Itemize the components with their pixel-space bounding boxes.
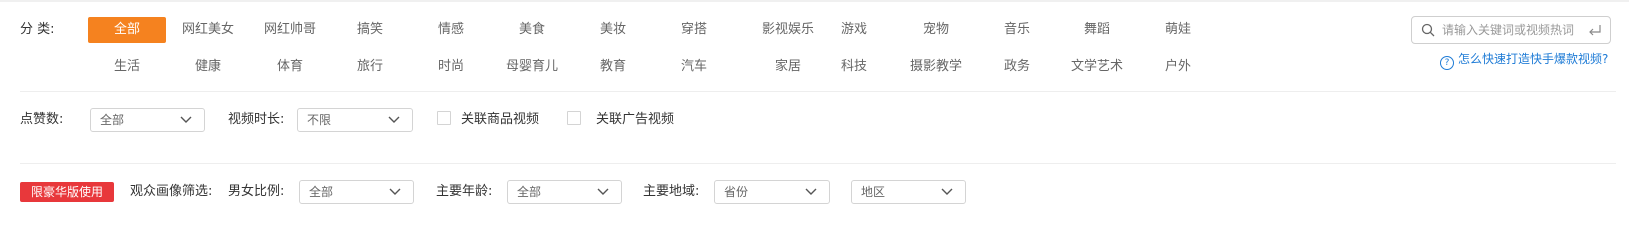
category-item[interactable]: 情感 [438, 20, 464, 40]
province-select-value: 省份 [724, 185, 749, 199]
category-item[interactable]: 宠物 [923, 20, 949, 40]
category-item[interactable]: 生活 [114, 57, 140, 77]
duration-select-value: 不限 [307, 113, 332, 127]
category-item[interactable]: 健康 [195, 57, 221, 77]
help-link-text: 怎么快速打造快手爆款视频? [1458, 52, 1609, 66]
question-icon: ? [1440, 56, 1454, 70]
region-label: 主要地域: [643, 184, 700, 199]
area-select[interactable]: 地区 [851, 180, 966, 204]
category-item[interactable]: 穿搭 [681, 20, 707, 40]
search-input[interactable] [1442, 21, 1582, 39]
divider [20, 163, 1616, 164]
premium-badge: 限豪华版使用 [20, 182, 114, 202]
category-item[interactable]: 游戏 [841, 20, 867, 40]
ad-video-checkbox[interactable] [567, 111, 581, 125]
likes-select-value: 全部 [100, 113, 125, 127]
category-item[interactable]: 家居 [775, 57, 801, 77]
chevron-down-icon [805, 188, 817, 195]
category-item[interactable]: 体育 [277, 57, 303, 77]
category-item[interactable]: 户外 [1165, 57, 1191, 77]
area-select-value: 地区 [861, 185, 886, 199]
duration-select[interactable]: 不限 [297, 108, 413, 132]
age-select-value: 全部 [517, 185, 542, 199]
category-item[interactable]: 全部 [88, 17, 166, 43]
category-item[interactable]: 搞笑 [357, 20, 383, 40]
product-video-label: 关联商品视频 [461, 112, 540, 127]
category-label: 分 类: [20, 22, 55, 37]
category-item[interactable]: 萌娃 [1165, 20, 1191, 40]
search-icon [1421, 23, 1435, 37]
category-item[interactable]: 汽车 [681, 57, 707, 77]
category-item[interactable]: 旅行 [357, 57, 383, 77]
duration-label: 视频时长: [228, 112, 285, 127]
search-box[interactable] [1411, 16, 1611, 44]
category-item[interactable]: 网红帅哥 [264, 20, 316, 40]
category-item[interactable]: 文学艺术 [1071, 57, 1123, 77]
category-item[interactable]: 摄影教学 [910, 57, 962, 77]
product-video-checkbox[interactable] [437, 111, 451, 125]
category-item[interactable]: 舞蹈 [1084, 20, 1110, 40]
age-label: 主要年龄: [436, 184, 493, 199]
gender-select-value: 全部 [309, 185, 334, 199]
category-item[interactable]: 科技 [841, 57, 867, 77]
gender-select[interactable]: 全部 [299, 180, 414, 204]
category-item[interactable]: 母婴育儿 [506, 57, 558, 77]
category-item[interactable]: 美妆 [600, 20, 626, 40]
category-item[interactable]: 网红美女 [182, 20, 234, 40]
chevron-down-icon [388, 116, 400, 123]
enter-icon[interactable] [1587, 23, 1602, 38]
chevron-down-icon [597, 188, 609, 195]
divider [20, 91, 1616, 92]
category-item[interactable]: 教育 [600, 57, 626, 77]
likes-label: 点赞数: [20, 112, 64, 127]
province-select[interactable]: 省份 [714, 180, 830, 204]
category-item[interactable]: 时尚 [438, 57, 464, 77]
age-select[interactable]: 全部 [507, 180, 622, 204]
chevron-down-icon [389, 188, 401, 195]
gender-label: 男女比例: [228, 184, 285, 199]
ad-video-label: 关联广告视频 [596, 112, 675, 127]
likes-select[interactable]: 全部 [90, 108, 205, 132]
category-item[interactable]: 政务 [1004, 57, 1030, 77]
chevron-down-icon [180, 116, 192, 123]
category-item[interactable]: 美食 [519, 20, 545, 40]
top-border [0, 0, 1629, 2]
audience-filter-title: 观众画像筛选: [130, 184, 213, 199]
help-link[interactable]: ? 怎么快速打造快手爆款视频? [1440, 50, 1608, 70]
category-item[interactable]: 影视娱乐 [762, 20, 814, 40]
chevron-down-icon [941, 188, 953, 195]
category-item[interactable]: 音乐 [1004, 20, 1030, 40]
